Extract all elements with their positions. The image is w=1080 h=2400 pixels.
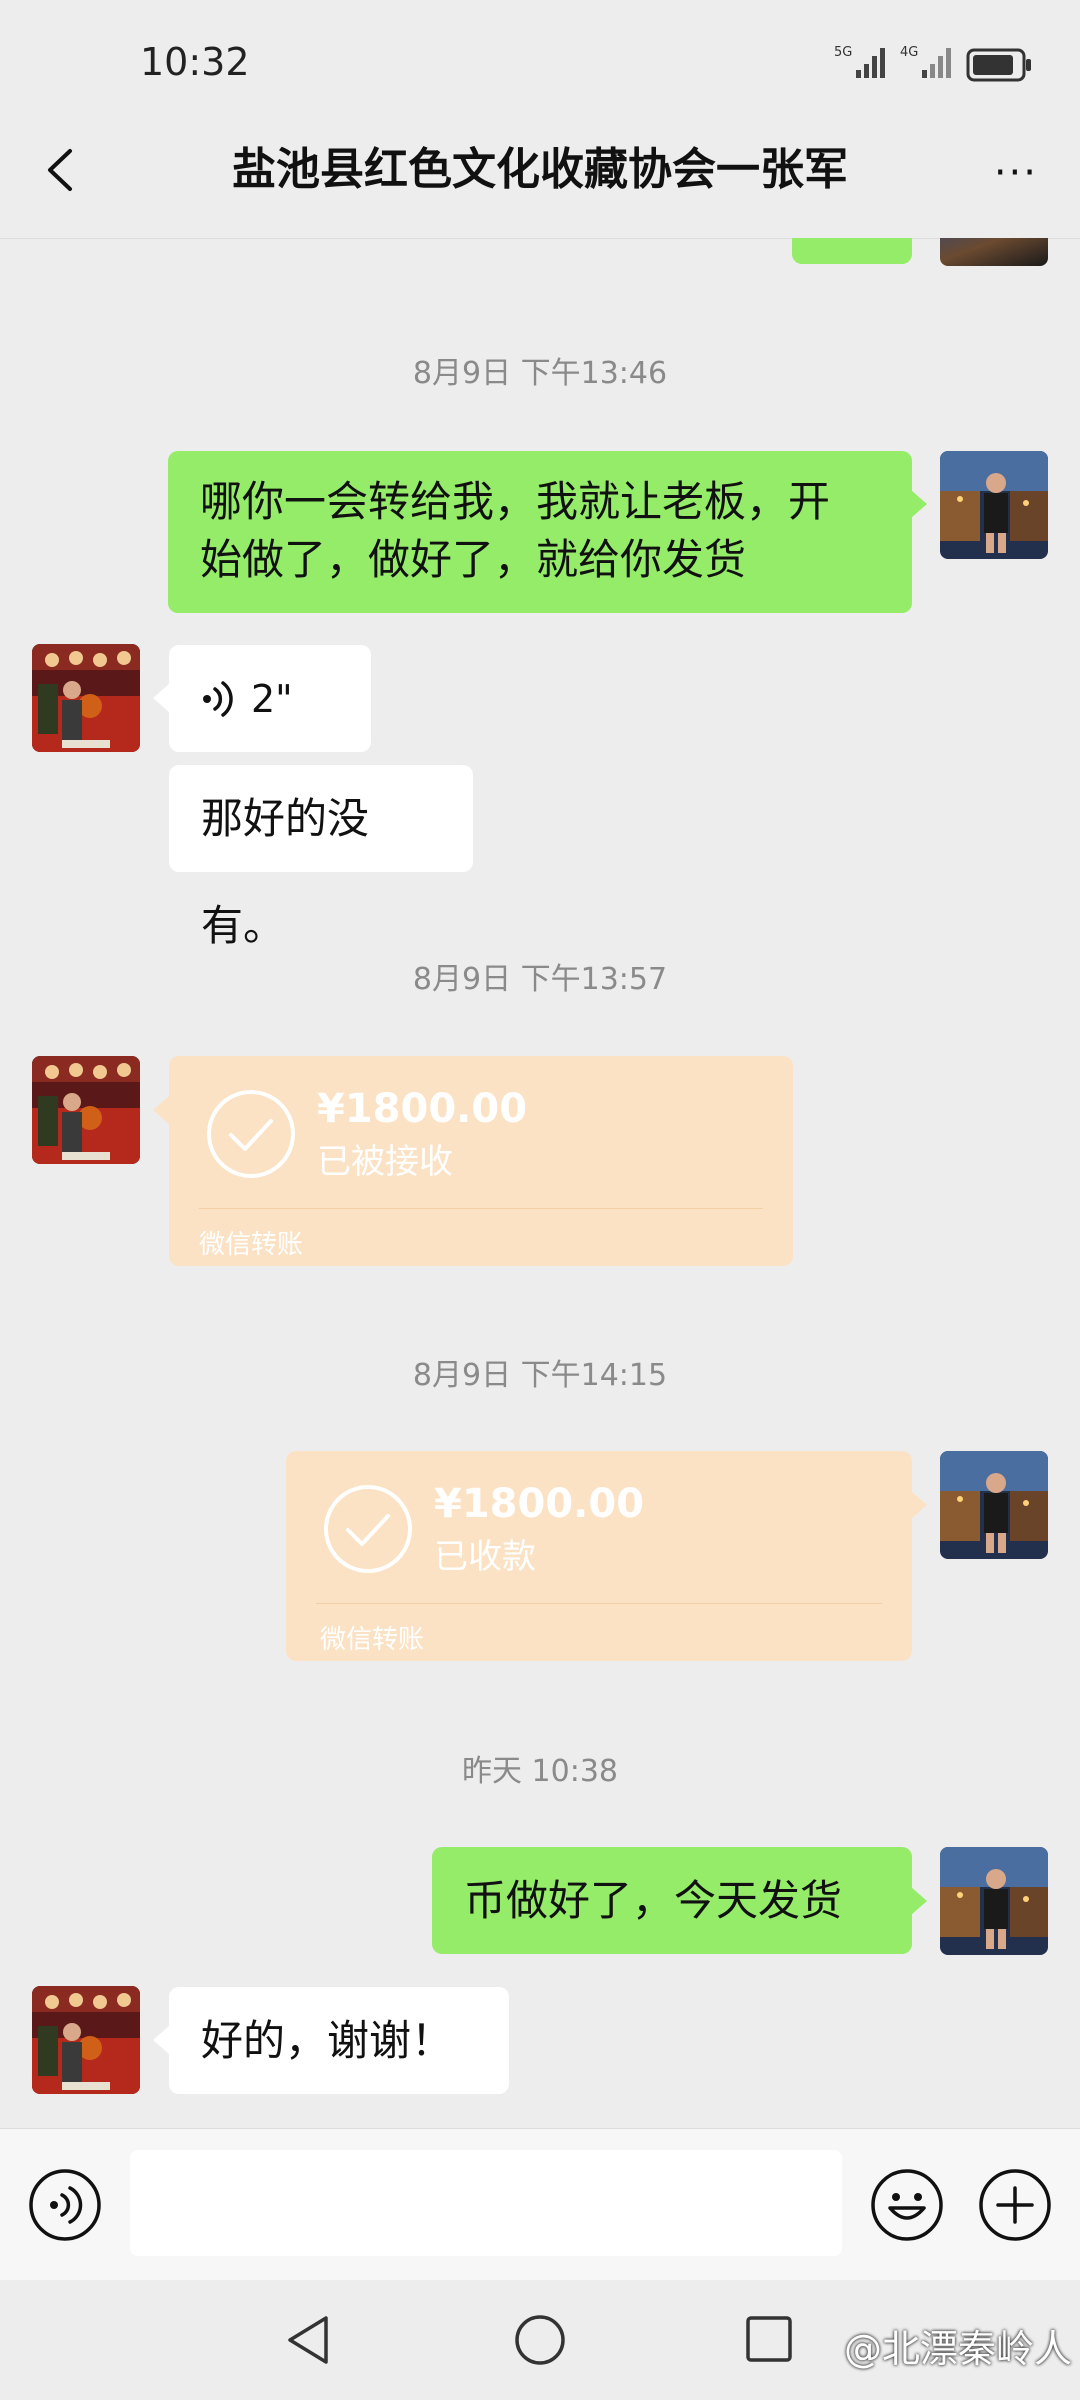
signal-5g-icon: 5G [834, 42, 894, 82]
timestamp: 昨天 10:38 [462, 1754, 618, 1789]
transfer-divider [316, 1603, 882, 1604]
square-recents-icon [746, 2316, 792, 2362]
emoji-button[interactable] [870, 2168, 944, 2246]
bubble-tail [911, 1887, 927, 1915]
message-input[interactable] [130, 2150, 842, 2256]
avatar-contact[interactable] [32, 1986, 140, 2094]
svg-text:4G: 4G [900, 45, 918, 60]
header-divider [0, 238, 1080, 239]
avatar-contact[interactable] [32, 1056, 140, 1164]
add-button[interactable] [978, 2168, 1052, 2246]
message-bubble-contact[interactable]: 好的，谢谢！ [169, 1987, 509, 2094]
message-text: 始做了，做好了，就给你发货 [200, 535, 747, 584]
message-bubble-self[interactable]: 币做好了，今天发货 [432, 1847, 912, 1954]
battery-icon [966, 48, 1032, 86]
transfer-status: 已被接收 [317, 1142, 453, 1182]
avatar-self[interactable] [940, 1451, 1048, 1559]
avatar-self-partial[interactable] [940, 238, 1048, 266]
nav-back-button[interactable] [282, 2312, 338, 2372]
bubble-tail [153, 2026, 169, 2054]
bubble-tail [153, 1096, 169, 1124]
chevron-left-icon [48, 149, 72, 191]
bubble-tail [153, 684, 169, 712]
voice-input-button[interactable] [28, 2168, 102, 2246]
check-circle-icon [324, 1485, 412, 1573]
triangle-back-icon [288, 2316, 328, 2364]
back-button[interactable] [38, 145, 88, 195]
chat-title: 盐池县红色文化收藏协会一张军 [232, 144, 848, 195]
message-text: 币做好了，今天发货 [464, 1876, 843, 1925]
voice-icon [29, 2169, 101, 2241]
bubble-tail [911, 1491, 927, 1519]
avatar-self[interactable] [940, 1847, 1048, 1955]
voice-message-bubble[interactable]: 2" [169, 645, 371, 752]
transfer-card-received[interactable]: ¥1800.00 已被接收 微信转账 [169, 1056, 793, 1266]
avatar-contact[interactable] [32, 644, 140, 752]
watermark: @北漂秦岭人 [843, 2327, 1072, 2371]
transfer-amount: ¥1800.00 [317, 1086, 528, 1132]
nav-home-button[interactable] [512, 2312, 568, 2372]
timestamp: 8月9日 下午13:57 [412, 962, 668, 997]
status-time: 10:32 [140, 40, 250, 84]
transfer-amount: ¥1800.00 [434, 1481, 645, 1527]
timestamp: 8月9日 下午14:15 [412, 1358, 668, 1393]
more-options-button[interactable]: ··· [994, 150, 1038, 196]
avatar-self[interactable] [940, 451, 1048, 559]
transfer-divider [199, 1208, 763, 1209]
circle-home-icon [515, 2315, 565, 2365]
voice-wave-icon [203, 680, 233, 717]
signal-4g-icon: 4G [900, 42, 960, 82]
message-bubble-contact[interactable]: 那好的没有。 [169, 765, 473, 950]
emoji-icon [871, 2169, 943, 2241]
svg-text:5G: 5G [834, 45, 852, 60]
transfer-footer: 微信转账 [199, 1230, 304, 1260]
transfer-status: 已收款 [434, 1537, 536, 1577]
voice-duration: 2" [251, 676, 293, 721]
transfer-footer: 微信转账 [320, 1625, 425, 1655]
timestamp: 8月9日 下午13:46 [412, 356, 668, 391]
transfer-card-collected[interactable]: ¥1800.00 已收款 微信转账 [286, 1451, 912, 1661]
check-circle-icon [207, 1090, 295, 1178]
message-text: 好的，谢谢！ [201, 2016, 454, 2065]
previous-message-bubble[interactable] [792, 238, 912, 264]
message-bubble-self[interactable]: 哪你一会转给我，我就让老板，开 始做了，做好了，就给你发货 [168, 451, 912, 613]
plus-circle-icon [979, 2169, 1051, 2241]
message-text: 那好的没有。 [201, 794, 370, 950]
message-text: 哪你一会转给我，我就让老板，开 [200, 477, 831, 526]
bubble-tail [911, 490, 927, 518]
nav-recents-button[interactable] [744, 2314, 794, 2368]
